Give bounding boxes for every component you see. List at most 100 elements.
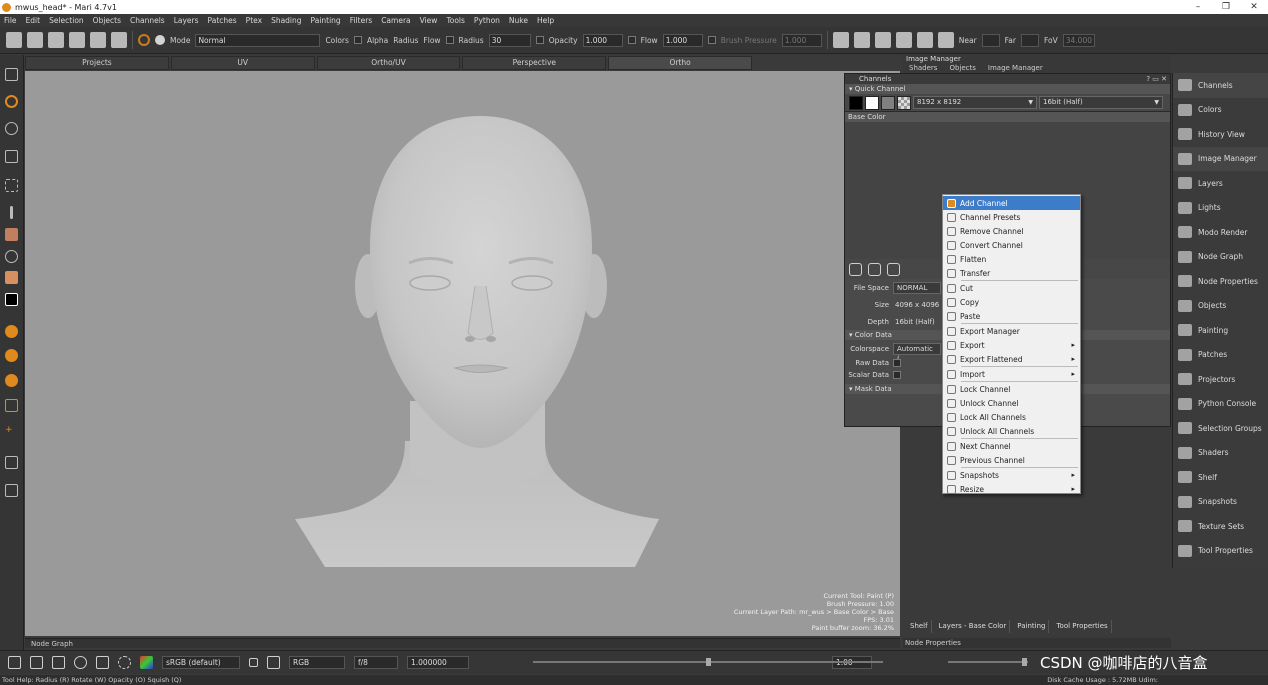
sidebar-item-shaders[interactable]: Shaders: [1173, 441, 1268, 466]
redo-icon[interactable]: [90, 32, 106, 48]
radius-field[interactable]: 30: [488, 33, 531, 47]
transparent-swatch[interactable]: [897, 95, 911, 110]
plus-icon[interactable]: +: [5, 425, 18, 438]
gamma-slider-knob[interactable]: [1022, 658, 1027, 666]
near-field[interactable]: [981, 33, 1000, 47]
flow-field[interactable]: 1.000: [662, 33, 703, 47]
move-icon[interactable]: [96, 656, 109, 669]
channel-row-base-color[interactable]: Base Color: [845, 112, 1170, 122]
flow-check-label[interactable]: Flow: [423, 36, 440, 45]
menu-item-transfer[interactable]: Transfer: [943, 266, 1080, 280]
sidebar-item-projectors[interactable]: Projectors: [1173, 367, 1268, 392]
menu-channels[interactable]: Channels: [130, 16, 165, 25]
exposure-slider-knob[interactable]: [706, 658, 711, 666]
sidebar-item-python-console[interactable]: Python Console: [1173, 392, 1268, 417]
brush-orange-icon[interactable]: [5, 349, 18, 362]
exposure-field[interactable]: 1.000000: [407, 656, 469, 669]
file-space-select[interactable]: NORMAL: [893, 281, 941, 294]
menu-help[interactable]: Help: [537, 16, 554, 25]
sidebar-item-channels[interactable]: Channels: [1173, 73, 1268, 98]
brush-pressure-field[interactable]: 1.000: [781, 33, 822, 47]
depth-select[interactable]: 16bit (Half) ▼: [1039, 96, 1163, 109]
menu-item-convert-channel[interactable]: Convert Channel: [943, 238, 1080, 252]
axis-icon[interactable]: [937, 32, 954, 48]
rotate-tool-icon[interactable]: [5, 250, 18, 263]
tab-ortho-uv[interactable]: Ortho/UV: [316, 56, 461, 70]
add-channel-icon[interactable]: [849, 262, 862, 276]
color-manager-icon[interactable]: [140, 656, 153, 669]
paint-tool-icon[interactable]: [138, 34, 150, 46]
rotate-view-icon[interactable]: [74, 656, 87, 669]
menu-objects[interactable]: Objects: [93, 16, 121, 25]
menu-edit[interactable]: Edit: [26, 16, 41, 25]
tab-projects[interactable]: Projects: [25, 56, 169, 70]
mode-select[interactable]: Normal: [195, 33, 321, 47]
sidebar-item-tool-properties[interactable]: Tool Properties: [1173, 539, 1268, 564]
sidebar-item-selection-groups[interactable]: Selection Groups: [1173, 416, 1268, 441]
gray-swatch[interactable]: [881, 95, 895, 110]
menu-painting[interactable]: Painting: [311, 16, 341, 25]
gear-orange-icon[interactable]: [5, 325, 18, 338]
tab-ortho[interactable]: Ortho: [608, 56, 752, 70]
sidebar-item-history-view[interactable]: History View: [1173, 122, 1268, 147]
camera-fit-icon[interactable]: [832, 32, 849, 48]
flow-checkbox[interactable]: [627, 36, 636, 44]
menu-item-previous-channel[interactable]: Previous Channel: [943, 453, 1080, 467]
refresh-icon[interactable]: [868, 262, 881, 276]
menu-tools[interactable]: Tools: [446, 16, 464, 25]
menu-item-lock-channel[interactable]: Lock Channel: [943, 382, 1080, 396]
menu-item-add-channel[interactable]: Add Channel: [943, 196, 1080, 210]
arrow-down-icon[interactable]: [52, 656, 65, 669]
sidebar-item-layers[interactable]: Layers: [1173, 171, 1268, 196]
camera-icon[interactable]: [853, 32, 870, 48]
menu-shading[interactable]: Shading: [271, 16, 301, 25]
tab-uv[interactable]: UV: [170, 56, 315, 70]
colorspace-select[interactable]: Automatic (: [893, 342, 941, 363]
menu-item-cut[interactable]: Cut: [943, 281, 1080, 295]
sphere-icon[interactable]: [5, 374, 18, 387]
channel-menu-icon[interactable]: [887, 262, 900, 276]
maximize-button[interactable]: ❐: [1212, 0, 1240, 14]
menu-patches[interactable]: Patches: [208, 16, 237, 25]
white-swatch[interactable]: [865, 95, 879, 110]
tab-painting[interactable]: Painting: [1014, 620, 1050, 633]
tab-image-manager[interactable]: Image Manager: [988, 64, 1043, 73]
sidebar-item-node-graph[interactable]: Node Graph: [1173, 245, 1268, 270]
menu-item-unlock-all-channels[interactable]: Unlock All Channels: [943, 424, 1080, 438]
menu-item-snapshots[interactable]: Snapshots ▸: [943, 468, 1080, 482]
black-swatch[interactable]: [849, 95, 863, 110]
frame-icon[interactable]: [5, 456, 18, 469]
opacity-field[interactable]: 1.000: [582, 33, 623, 47]
sidebar-item-lights[interactable]: Lights: [1173, 196, 1268, 221]
menu-python[interactable]: Python: [474, 16, 500, 25]
marquee-tool-icon[interactable]: [5, 179, 18, 192]
menu-item-channel-presets[interactable]: Channel Presets: [943, 210, 1080, 224]
alpha-checkbox[interactable]: [353, 36, 362, 44]
menu-item-import[interactable]: Import ▸: [943, 367, 1080, 381]
tab-perspective[interactable]: Perspective: [462, 56, 607, 70]
exposure-icon[interactable]: [267, 656, 280, 669]
menu-filters[interactable]: Filters: [350, 16, 372, 25]
exposure-slider[interactable]: [533, 658, 883, 666]
menu-item-resize[interactable]: Resize ▸: [943, 482, 1080, 496]
save-project-icon[interactable]: [48, 32, 64, 48]
grid-tool-icon[interactable]: [5, 150, 18, 163]
sidebar-item-patches[interactable]: Patches: [1173, 343, 1268, 368]
paint-tool-icon[interactable]: [5, 95, 18, 108]
brush-icon[interactable]: [155, 35, 165, 45]
gamma-slider[interactable]: [948, 658, 1028, 666]
projection-icon[interactable]: [5, 399, 18, 412]
undo-view-icon[interactable]: [8, 656, 21, 669]
sidebar-item-modo-render[interactable]: Modo Render: [1173, 220, 1268, 245]
menu-item-flatten[interactable]: Flatten: [943, 252, 1080, 266]
sidebar-item-painting[interactable]: Painting: [1173, 318, 1268, 343]
tab-tool-properties[interactable]: Tool Properties: [1053, 620, 1112, 633]
lock-icon[interactable]: [111, 32, 127, 48]
fstop-field[interactable]: f/8: [354, 656, 398, 669]
menu-item-export-flattened[interactable]: Export Flattened ▸: [943, 352, 1080, 366]
undo-icon[interactable]: [69, 32, 85, 48]
menu-view[interactable]: View: [420, 16, 438, 25]
raw-data-checkbox[interactable]: [893, 359, 901, 367]
menu-item-copy[interactable]: Copy: [943, 295, 1080, 309]
quick-channel-header[interactable]: ▾ Quick Channel: [845, 84, 1170, 94]
